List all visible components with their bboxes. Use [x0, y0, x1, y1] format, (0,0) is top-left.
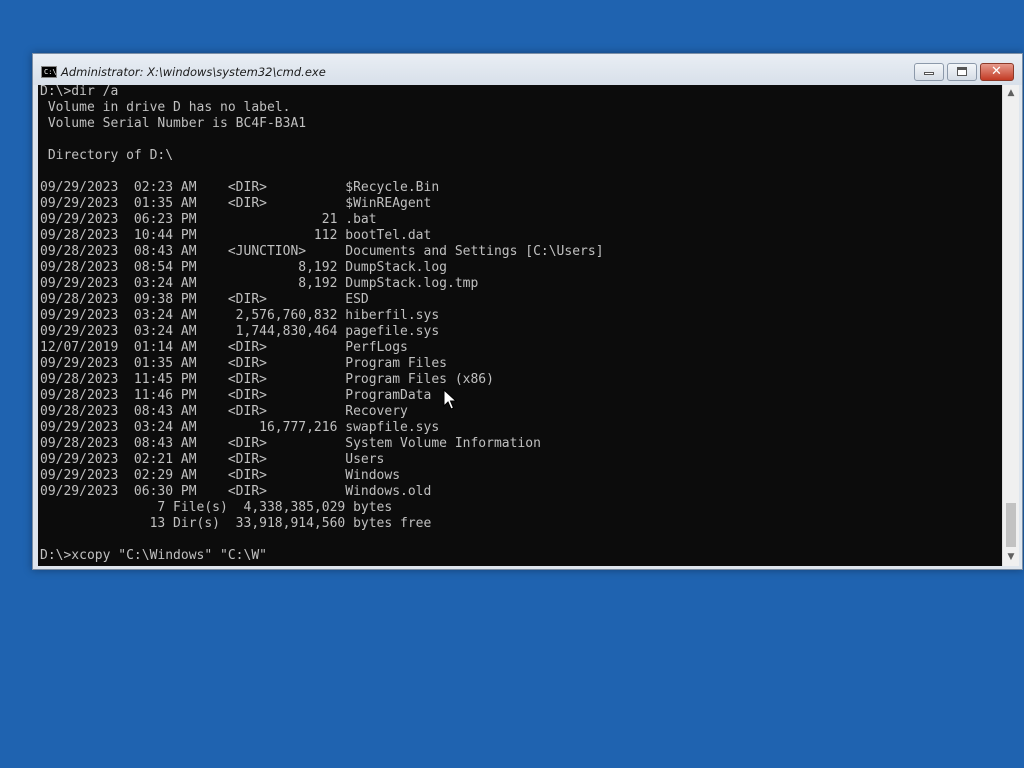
console-line: 09/28/2023 10:44 PM 112 bootTel.dat: [40, 228, 432, 243]
close-button[interactable]: ✕: [980, 63, 1014, 81]
console-line: 09/28/2023 09:38 PM <DIR> ESD: [40, 292, 369, 307]
console-line: Directory of D:\: [40, 148, 174, 163]
console-line: 09/29/2023 02:21 AM <DIR> Users: [40, 452, 385, 467]
console-line: 09/29/2023 03:24 AM 1,744,830,464 pagefi…: [40, 324, 440, 339]
maximize-button[interactable]: [947, 63, 977, 81]
scrollbar-thumb[interactable]: [1006, 503, 1016, 547]
console-line: D:\>dir /a: [40, 85, 119, 99]
console-line: 09/29/2023 06:23 PM 21 .bat: [40, 212, 377, 227]
console-output[interactable]: D:\>dir /a Volume in drive D has no labe…: [38, 85, 1002, 566]
console-line: 09/28/2023 08:43 AM <JUNCTION> Documents…: [40, 244, 604, 259]
console-line: 09/29/2023 01:35 AM <DIR> Program Files: [40, 356, 447, 371]
console-line: Volume Serial Number is BC4F-B3A1: [40, 116, 307, 131]
console-line: 12/07/2019 01:14 AM <DIR> PerfLogs: [40, 340, 408, 355]
console-line: 13 Dir(s) 33,918,914,560 bytes free: [40, 516, 432, 531]
console-line: 09/29/2023 01:35 AM <DIR> $WinREAgent: [40, 196, 432, 211]
console-line: 09/28/2023 11:46 PM <DIR> ProgramData: [40, 388, 432, 403]
console-line: 09/29/2023 06:30 PM <DIR> Windows.old: [40, 484, 432, 499]
scroll-down-arrow-icon[interactable]: ▼: [1003, 549, 1019, 566]
console-line: 09/29/2023 03:24 AM 8,192 DumpStack.log.…: [40, 276, 479, 291]
console-line: 09/29/2023 02:29 AM <DIR> Windows: [40, 468, 401, 483]
console-line: 09/28/2023 08:43 AM <DIR> Recovery: [40, 404, 408, 419]
mouse-pointer-icon: [443, 389, 457, 410]
cmd-icon-glyph: C:\: [44, 68, 57, 76]
console-line: 09/28/2023 11:45 PM <DIR> Program Files …: [40, 372, 494, 387]
console-line: D:\>xcopy "C:\Windows" "C:\W": [40, 548, 267, 563]
console-line: 09/28/2023 08:43 AM <DIR> System Volume …: [40, 436, 541, 451]
console-line: 7 File(s) 4,338,385,029 bytes: [40, 500, 393, 515]
maximize-icon: [957, 67, 967, 76]
window-title: Administrator: X:\windows\system32\cmd.e…: [61, 65, 326, 79]
console-line: 09/29/2023 03:24 AM 16,777,216 swapfile.…: [40, 420, 440, 435]
cmd-window[interactable]: C:\ Administrator: X:\windows\system32\c…: [32, 53, 1023, 570]
vertical-scrollbar[interactable]: ▲ ▼: [1002, 85, 1019, 566]
minimize-icon: [924, 72, 934, 75]
minimize-button[interactable]: [914, 63, 944, 81]
console-lines: D:\>dir /a Volume in drive D has no labe…: [40, 85, 604, 564]
close-icon: ✕: [991, 64, 1002, 79]
console-line: 09/28/2023 08:54 PM 8,192 DumpStack.log: [40, 260, 447, 275]
console-line: 09/29/2023 02:23 AM <DIR> $Recycle.Bin: [40, 180, 440, 195]
desktop[interactable]: C:\ Administrator: X:\windows\system32\c…: [0, 0, 1024, 768]
cmd-icon[interactable]: C:\: [41, 66, 57, 78]
scroll-up-arrow-icon[interactable]: ▲: [1003, 85, 1019, 102]
console-line: 09/29/2023 03:24 AM 2,576,760,832 hiberf…: [40, 308, 440, 323]
title-bar[interactable]: C:\ Administrator: X:\windows\system32\c…: [33, 54, 1022, 85]
console-line: Volume in drive D has no label.: [40, 100, 291, 115]
